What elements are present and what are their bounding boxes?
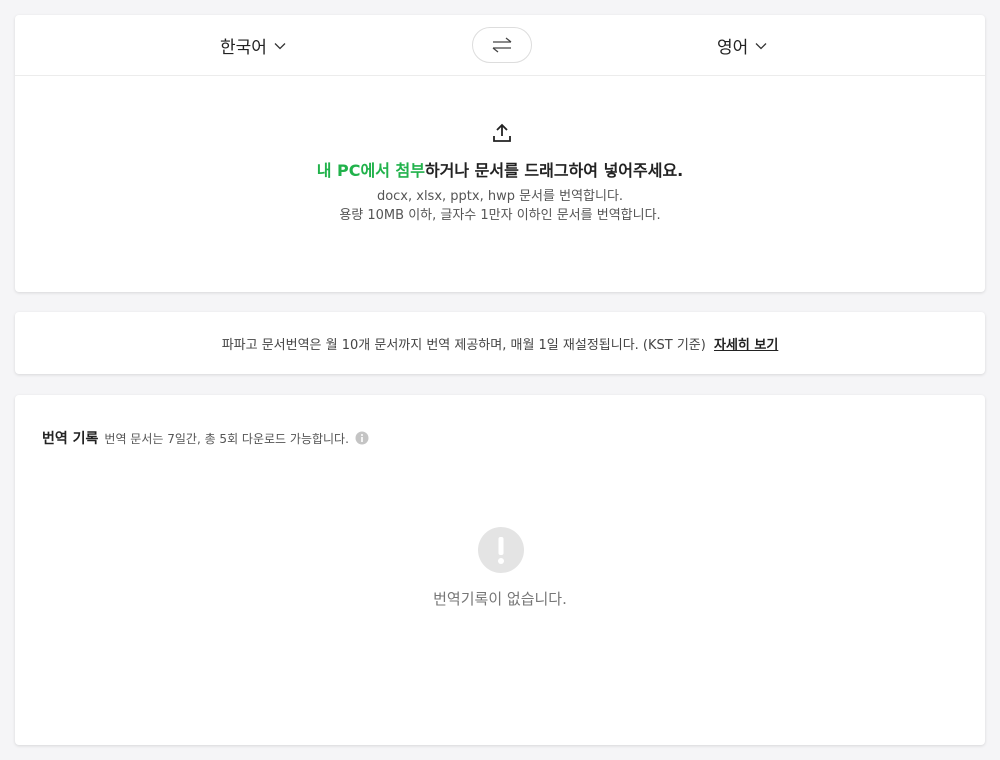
- document-upload-panel: 한국어 영어 내 PC에서 첨부하거나 문서를 드래그하여 넣어주세요. doc…: [15, 15, 985, 292]
- supported-formats-text: docx, xlsx, pptx, hwp 문서를 번역합니다.: [376, 189, 624, 204]
- notice-text: 파파고 문서번역은 월 10개 문서까지 번역 제공하며, 매월 1일 재설정됩…: [221, 338, 706, 353]
- upload-drop-zone[interactable]: 내 PC에서 첨부하거나 문서를 드래그하여 넣어주세요. docx, xlsx…: [15, 76, 985, 292]
- swap-languages-button[interactable]: [472, 27, 532, 63]
- history-subtitle: 번역 문서는 7일간, 총 5회 다운로드 가능합니다.: [104, 431, 349, 446]
- notice-panel: 파파고 문서번역은 월 10개 문서까지 번역 제공하며, 매월 1일 재설정됩…: [15, 312, 985, 374]
- target-language-label: 영어: [717, 38, 749, 58]
- upload-icon: [493, 123, 511, 142]
- attach-from-pc-link[interactable]: 내 PC에서 첨부: [317, 161, 425, 180]
- history-header: 번역 기록 번역 문서는 7일간, 총 5회 다운로드 가능합니다.: [42, 428, 369, 448]
- empty-history-message: 번역기록이 없습니다.: [433, 590, 567, 608]
- chevron-down-icon: [755, 42, 767, 49]
- upload-title-rest: 하거나 문서를 드래그하여 넣어주세요.: [424, 161, 684, 180]
- info-icon[interactable]: [355, 431, 369, 445]
- upload-title: 내 PC에서 첨부하거나 문서를 드래그하여 넣어주세요.: [15, 157, 985, 181]
- size-limit-text: 용량 10MB 이하, 글자수 1만자 이하인 문서를 번역합니다.: [339, 208, 661, 223]
- source-language-label: 한국어: [220, 38, 267, 58]
- monthly-limit-notice: 파파고 문서번역은 월 10개 문서까지 번역 제공하며, 매월 1일 재설정됩…: [15, 334, 985, 353]
- swap-icon: [492, 37, 512, 53]
- details-link[interactable]: 자세히 보기: [714, 338, 778, 353]
- language-bar: 한국어 영어: [15, 15, 985, 76]
- chevron-down-icon: [274, 42, 286, 49]
- target-language-select[interactable]: 영어: [717, 33, 768, 58]
- translation-history-panel: 번역 기록 번역 문서는 7일간, 총 5회 다운로드 가능합니다. 번역기록이…: [15, 395, 985, 745]
- history-title: 번역 기록: [42, 431, 99, 447]
- alert-icon: [478, 527, 524, 573]
- source-language-select[interactable]: 한국어: [220, 33, 287, 58]
